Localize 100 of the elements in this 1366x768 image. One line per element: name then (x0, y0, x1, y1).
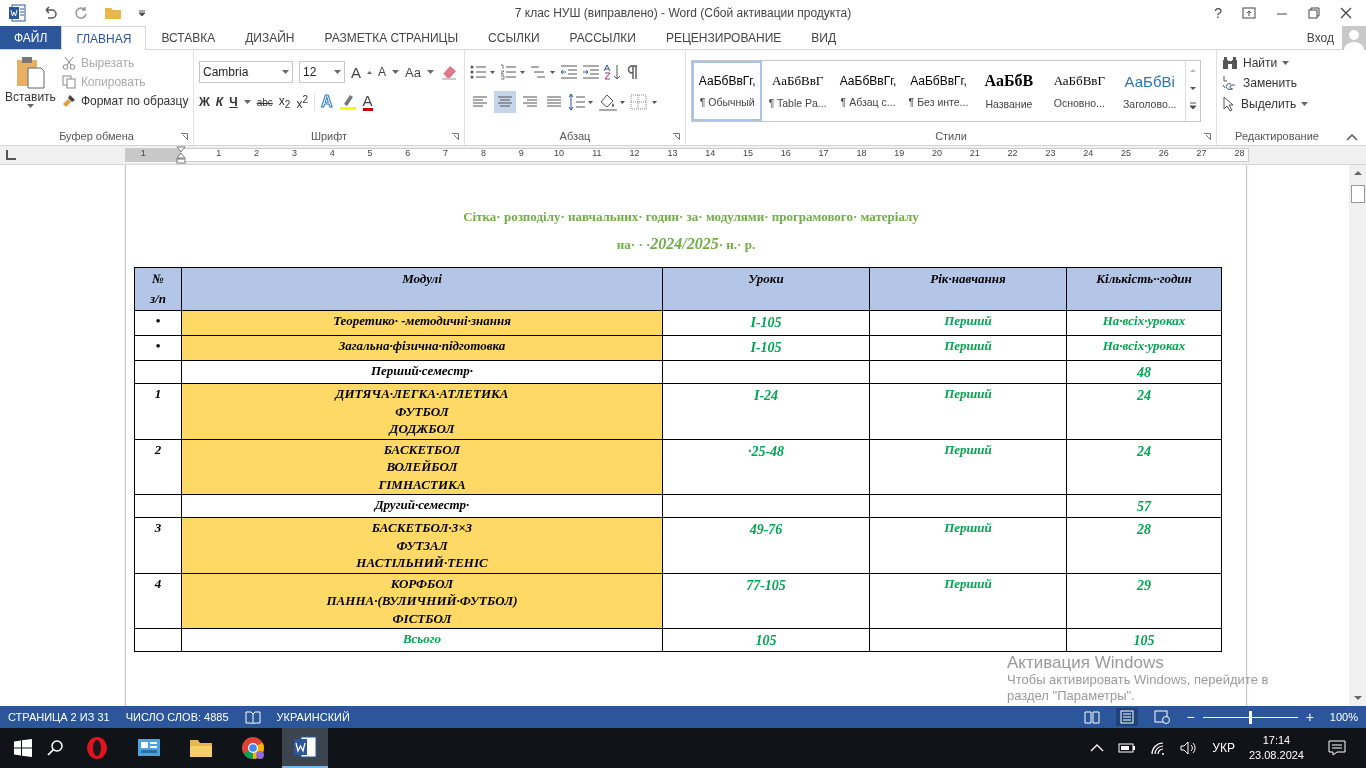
indent-marker-icon[interactable] (176, 146, 186, 164)
ribbon-tab[interactable]: РАССЫЛКИ (554, 26, 651, 49)
style-item[interactable]: АаБбВвГг, ¶ Обычный (692, 61, 763, 121)
font-size-field[interactable]: 12 (299, 61, 345, 83)
file-tab[interactable]: ФАЙЛ (0, 26, 62, 49)
line-spacing-icon[interactable] (568, 93, 594, 111)
language-indicator[interactable]: УКРАИНСКИЙ (276, 711, 350, 723)
style-item[interactable]: АаБбВвГ Основно... (1044, 61, 1115, 121)
print-layout-icon[interactable] (1116, 708, 1139, 726)
launcher-icon[interactable] (1204, 133, 1211, 140)
paste-button[interactable]: Вставить (5, 54, 56, 127)
change-case-button[interactable]: Aa (405, 64, 421, 80)
style-item[interactable]: АаБбВ Название (973, 61, 1045, 121)
zoom-out-button[interactable]: − (1186, 709, 1195, 725)
clipboard-command[interactable]: Формат по образцу (61, 94, 189, 108)
scroll-down-icon[interactable] (1352, 694, 1363, 702)
ribbon-tab[interactable]: ВИД (796, 26, 852, 49)
ribbon-tab[interactable]: ГЛАВНАЯ (61, 26, 147, 50)
customize-icon[interactable] (138, 9, 146, 17)
caret-icon[interactable] (1301, 102, 1309, 106)
style-name: ¶ Table Pa... (768, 97, 827, 109)
scroll-thumb[interactable] (1350, 185, 1365, 203)
ribbon-tab[interactable]: ССЫЛКИ (473, 26, 555, 49)
ruler-number: 25 (1120, 148, 1132, 158)
editing-command[interactable]: Найти (1222, 56, 1332, 70)
activation-text: раздел "Параметры". (1007, 688, 1136, 704)
ruler-number: 15 (742, 148, 754, 158)
start-icon[interactable] (14, 739, 32, 757)
bullets-icon[interactable] (470, 64, 496, 80)
numbering-icon[interactable] (500, 64, 526, 80)
editing-command[interactable]: Выделить (1222, 96, 1332, 112)
ribbon-tab[interactable]: ДИЗАЙН (230, 26, 310, 49)
launcher-icon[interactable] (673, 133, 680, 140)
web-layout-icon[interactable] (1154, 710, 1171, 724)
format-button[interactable]: x$_{2}$ (278, 93, 291, 111)
zoom-thumb[interactable] (1249, 710, 1253, 724)
caret-icon[interactable] (26, 104, 34, 108)
font-color-button[interactable]: A (362, 93, 373, 111)
word-logo-icon[interactable] (8, 4, 26, 22)
style-item[interactable]: АаБбВвГг, ¶ Без инте... (903, 61, 974, 121)
format-button[interactable]: К (215, 95, 224, 109)
close-icon[interactable] (1340, 7, 1352, 19)
page-count[interactable]: СТРАНИЦА 2 ИЗ 31 (8, 711, 110, 723)
ribbon-tab[interactable]: РАЗМЕТКА СТРАНИЦЫ (309, 26, 474, 49)
caret-icon[interactable] (282, 70, 289, 74)
style-item[interactable]: АаБбВвГг, ¶ Абзац с... (832, 61, 904, 121)
help-button[interactable]: ? (1214, 5, 1222, 21)
word-count[interactable]: ЧИСЛО СЛОВ: 4885 (125, 711, 229, 723)
taskbar-app[interactable] (282, 728, 328, 768)
format-button[interactable]: Ж (199, 95, 210, 109)
read-mode-icon[interactable] (1084, 710, 1101, 724)
caret-icon[interactable] (1282, 61, 1290, 65)
style-name: ¶ Абзац с... (840, 96, 896, 108)
editing-command[interactable]: Заменить (1222, 75, 1332, 91)
restore-icon[interactable] (1308, 7, 1320, 19)
ribbon-display-icon[interactable] (1242, 7, 1256, 19)
format-button[interactable]: x$^{2}$ (296, 93, 308, 111)
multilevel-list-icon[interactable] (530, 64, 556, 80)
tab-selector[interactable] (6, 150, 16, 160)
eraser-icon[interactable] (439, 64, 458, 80)
battery-icon[interactable] (1118, 743, 1137, 753)
search-icon[interactable] (46, 739, 64, 757)
sort-icon[interactable] (604, 64, 622, 80)
shading-icon[interactable] (598, 93, 626, 111)
grow-font-button[interactable]: A (351, 63, 361, 81)
highlighter-icon[interactable] (338, 94, 357, 110)
font-name-field[interactable]: Cambria (199, 61, 293, 83)
ribbon-tab[interactable]: ВСТАВКА (146, 26, 231, 49)
format-button[interactable]: Ч (229, 95, 238, 109)
zoom-in-button[interactable]: + (1305, 709, 1314, 725)
zoom-level[interactable]: 100% (1329, 711, 1358, 723)
table-cell: 49-76 (662, 517, 870, 573)
caret-icon[interactable] (243, 100, 251, 104)
sign-in-link[interactable]: Вход (1306, 26, 1342, 49)
format-button[interactable]: abc (256, 96, 273, 108)
speaker-icon[interactable] (1180, 741, 1199, 755)
style-item[interactable]: АаБбВі Заголово... (1114, 61, 1185, 121)
undo-icon[interactable] (42, 6, 58, 20)
caret-icon[interactable] (334, 70, 341, 74)
clock-time[interactable]: 17:14 (1262, 733, 1291, 748)
ribbon-tab[interactable]: РЕЦЕНЗИРОВАНИЕ (650, 26, 797, 49)
scroll-up-icon[interactable] (1352, 169, 1363, 177)
caret-icon[interactable] (426, 70, 434, 74)
clock-date[interactable]: 23.08.2024 (1248, 748, 1304, 763)
launcher-icon[interactable] (181, 133, 188, 140)
input-language[interactable]: УКР (1212, 741, 1235, 755)
table-cell: Перший·семестр· (181, 360, 663, 384)
wifi-icon[interactable] (1150, 741, 1167, 755)
style-item[interactable]: АаБбВвГ ¶ Table Pa... (762, 61, 833, 121)
launcher-icon[interactable] (452, 133, 459, 140)
redo-icon[interactable] (74, 6, 88, 20)
pilcrow-icon[interactable] (626, 64, 640, 80)
caret-icon[interactable] (392, 70, 400, 74)
shrink-font-button[interactable]: A (378, 65, 387, 79)
table-cell: БАСКЕТБОЛ ВОЛЕЙБОЛ ГІМНАСТИКА (181, 439, 663, 495)
scrollbar[interactable] (1349, 165, 1366, 706)
notifications-icon[interactable] (1328, 740, 1346, 756)
proofing-icon[interactable] (244, 710, 261, 724)
collapse-ribbon-icon[interactable] (1346, 133, 1358, 141)
chevron-up-icon[interactable] (1090, 743, 1105, 753)
